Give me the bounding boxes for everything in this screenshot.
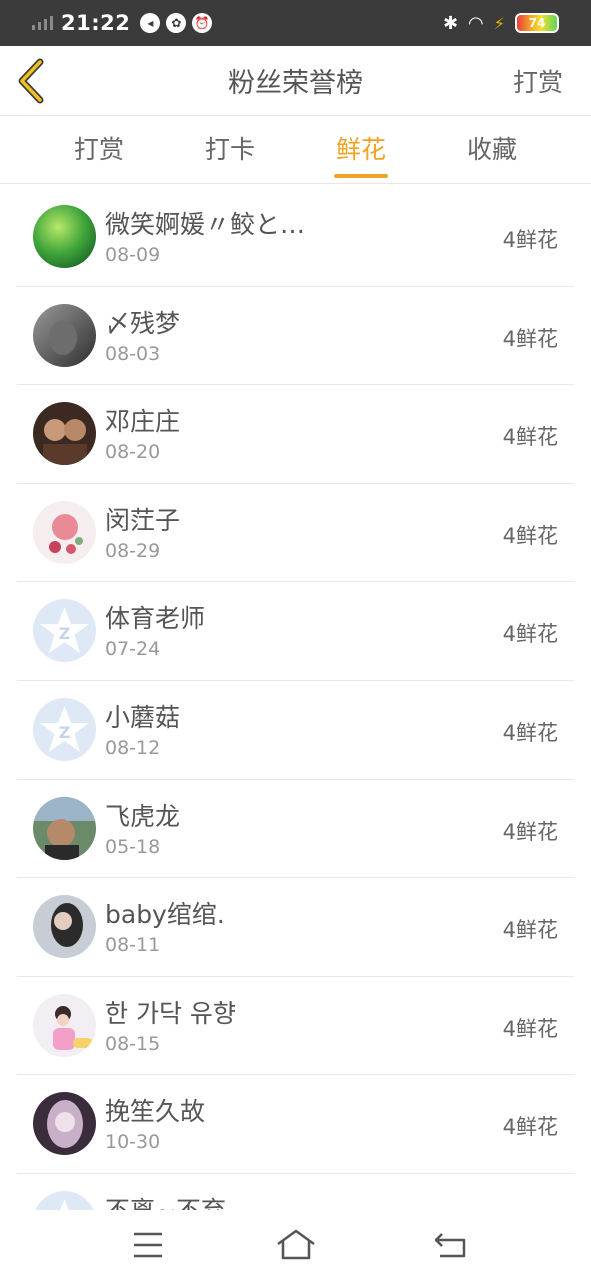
flower-count: 4鲜花 [502, 1115, 558, 1140]
home-button[interactable] [276, 1228, 316, 1262]
battery-level: 74 [528, 16, 546, 30]
default-avatar: Z [33, 697, 96, 761]
date: 08-20 [105, 441, 161, 464]
user-name: 挽笙久故 [105, 1097, 206, 1127]
fan-list[interactable]: 微笑婀媛〃鲛と… 08-09 4鲜花 〆残梦 08-03 4鲜花 邓庄庄 08-… [0, 188, 591, 1210]
alarm-icon: ⏰ [192, 13, 213, 33]
flower-count: 4鲜花 [502, 720, 558, 745]
user-name: 邓庄庄 [105, 407, 181, 437]
date: 07-24 [105, 638, 161, 661]
flower-count: 4鲜花 [502, 819, 558, 844]
wifi-icon: ◠ [468, 12, 484, 34]
tab-favorites[interactable]: 收藏 [432, 116, 552, 184]
avatar [33, 993, 96, 1057]
back-arrow-icon [434, 1233, 466, 1258]
bluetooth-icon: ✱ [442, 12, 459, 34]
avatar [33, 205, 96, 268]
status-bar: 21:22 ◂ ✿ ⏰ ✱ ◠ ⚡ 74 [0, 0, 591, 46]
default-avatar: Z [33, 599, 96, 663]
avatar [33, 796, 96, 860]
menu-button[interactable] [128, 1228, 168, 1262]
list-item[interactable]: 邓庄庄 08-20 4鲜花 [17, 385, 574, 484]
system-nav-bar [0, 1210, 591, 1280]
tab-bar: 打赏 打卡 鲜花 收藏 [0, 116, 591, 184]
nav-bar: 粉丝荣誉榜 打赏 [0, 46, 591, 116]
status-time: 21:22 [61, 11, 131, 35]
flower-count: 4鲜花 [502, 918, 558, 943]
avatar [33, 1092, 96, 1156]
svg-text:Z: Z [59, 624, 71, 643]
flower-count: 4鲜花 [502, 228, 558, 252]
avatar [33, 500, 96, 564]
charging-icon: ⚡ [493, 13, 505, 33]
user-name: 闵茳子 [105, 505, 181, 535]
avatar [33, 303, 96, 367]
user-name: 微笑婀媛〃鲛と… [105, 210, 306, 239]
user-name: 小蘑菇 [105, 702, 181, 732]
flower-count: 4鲜花 [502, 425, 558, 450]
date: 10-30 [105, 1131, 161, 1154]
home-icon [277, 1229, 315, 1260]
user-name: 飞虎龙 [105, 801, 181, 831]
date: 08-11 [105, 934, 161, 957]
page-title: 粉丝荣誉榜 [228, 68, 363, 99]
tab-checkin[interactable]: 打卡 [170, 116, 290, 184]
flower-count: 4鲜花 [502, 523, 558, 548]
default-avatar [33, 1190, 96, 1210]
user-name: 体育老师 [105, 604, 206, 634]
list-item[interactable]: 한 가닥 유향 08-15 4鲜花 [17, 977, 574, 1076]
date: 08-15 [105, 1032, 161, 1055]
date: 08-29 [105, 539, 161, 562]
date: 08-03 [105, 342, 161, 365]
list-item[interactable]: 〆残梦 08-03 4鲜花 [17, 287, 574, 386]
date: 08-09 [105, 244, 161, 266]
wechat-icon: ✿ [166, 13, 187, 33]
list-item[interactable]: baby绾绾. 08-11 4鲜花 [17, 878, 574, 977]
list-item[interactable]: 飞虎龙 05-18 4鲜花 [17, 780, 574, 879]
signal-icon [32, 16, 53, 30]
avatar [33, 402, 96, 466]
user-name: 不离~不弃 [105, 1191, 226, 1210]
reward-button[interactable]: 打赏 [513, 63, 563, 99]
list-item[interactable]: 挽笙久故 10-30 4鲜花 [17, 1075, 574, 1174]
list-item[interactable]: Z 小蘑菇 08-12 4鲜花 [17, 681, 574, 780]
list-item[interactable]: Z 体育老师 07-24 4鲜花 [17, 582, 574, 681]
notification-icon: ◂ [140, 13, 161, 33]
flower-count: 4鲜花 [502, 1016, 558, 1041]
list-item[interactable]: 闵茳子 08-29 4鲜花 [17, 484, 574, 583]
flower-count: 4鲜花 [502, 326, 558, 351]
flower-count: 4鲜花 [502, 622, 558, 647]
user-name: baby绾绾. [105, 900, 225, 930]
battery-icon: 74 [515, 13, 559, 33]
avatar [33, 895, 96, 959]
list-item[interactable]: 不离~不弃 [17, 1174, 574, 1210]
tab-active-indicator [334, 174, 388, 178]
menu-icon [134, 1232, 162, 1258]
svg-text:Z: Z [59, 723, 71, 742]
back-nav-button[interactable] [432, 1228, 472, 1262]
date: 08-12 [105, 736, 161, 759]
user-name: 한 가닥 유향 [105, 998, 236, 1028]
tab-reward[interactable]: 打赏 [39, 116, 159, 184]
date: 05-18 [105, 835, 161, 858]
list-item[interactable]: 微笑婀媛〃鲛と… 08-09 4鲜花 [17, 188, 574, 287]
user-name: 〆残梦 [105, 308, 181, 338]
